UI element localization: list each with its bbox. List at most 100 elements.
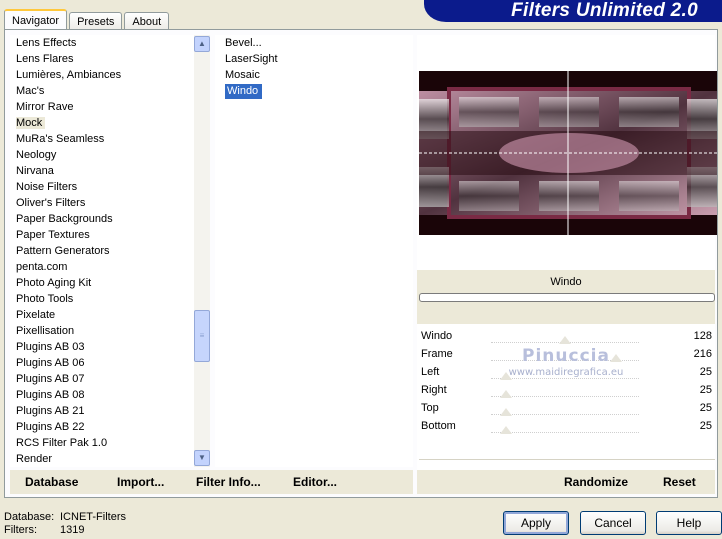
parameter-slider-track[interactable] xyxy=(491,432,639,433)
title-banner: Filters Unlimited 2.0 xyxy=(424,0,722,22)
import-button[interactable]: Import... xyxy=(117,475,164,489)
preview-svg xyxy=(419,71,717,235)
category-item-label: Plugins AB 06 xyxy=(16,357,85,369)
category-item[interactable]: Lumières, Ambiances xyxy=(10,67,210,83)
category-item[interactable]: Nirvana xyxy=(10,163,210,179)
category-item[interactable]: RCS Filter Pak 1.0 xyxy=(10,435,210,451)
watermark-name: Pinuccia xyxy=(522,346,610,366)
category-item-label: Photo Tools xyxy=(16,293,74,305)
apply-button[interactable]: Apply xyxy=(503,511,569,535)
parameter-row[interactable]: Bottom 25 xyxy=(417,418,715,436)
category-item[interactable]: Mock xyxy=(10,115,210,131)
category-item[interactable]: Plugins AB 07 xyxy=(10,371,210,387)
parameter-value: 128 xyxy=(693,330,712,342)
category-item[interactable]: Pattern Generators xyxy=(10,243,210,259)
filter-item[interactable]: Windo xyxy=(215,83,413,99)
parameter-row[interactable]: Windo 128 xyxy=(417,328,715,346)
category-item-label: Oliver's Filters xyxy=(16,197,86,209)
filter-item-label: Windo xyxy=(225,84,263,99)
category-item[interactable]: MuRa's Seamless xyxy=(10,131,210,147)
category-item[interactable]: Lens Effects xyxy=(10,35,210,51)
parameter-row[interactable]: Top 25 xyxy=(417,400,715,418)
filters-label: Filters: xyxy=(4,524,37,536)
category-item-label: Pixellisation xyxy=(16,325,75,337)
parameter-slider-track[interactable] xyxy=(491,414,639,415)
filter-item[interactable]: Mosaic xyxy=(215,67,413,83)
category-scrollbar[interactable]: ▲ ≡ ▼ xyxy=(194,35,210,467)
category-item[interactable]: Plugins AB 06 xyxy=(10,355,210,371)
category-item-label: Render xyxy=(16,453,53,465)
parameter-slider-track[interactable] xyxy=(491,378,639,379)
parameter-name: Windo xyxy=(421,330,453,342)
chevron-up-icon[interactable]: ▲ xyxy=(194,36,210,52)
filter-info-button[interactable]: Filter Info... xyxy=(196,475,261,489)
category-item[interactable]: Pixellisation xyxy=(10,323,210,339)
filter-item-label: Mosaic xyxy=(225,69,260,81)
category-item-label: Plugins AB 03 xyxy=(16,341,85,353)
category-item-label: Plugins AB 21 xyxy=(16,405,85,417)
category-item[interactable]: penta.com xyxy=(10,259,210,275)
parameter-slider-track[interactable] xyxy=(491,396,639,397)
category-item[interactable]: Photo Tools xyxy=(10,291,210,307)
category-item-label: Noise Filters xyxy=(16,181,78,193)
chevron-down-icon[interactable]: ▼ xyxy=(194,450,210,466)
filter-item-label: Bevel... xyxy=(225,37,262,49)
settings-button-bar: Randomize Reset xyxy=(417,470,715,494)
database-info: Database: ICNET-Filters Filters: 1319 xyxy=(4,511,126,537)
category-item[interactable]: Pixelate xyxy=(10,307,210,323)
category-item[interactable]: Paper Backgrounds xyxy=(10,211,210,227)
filter-item[interactable]: Bevel... xyxy=(215,35,413,51)
category-item[interactable]: Mac's xyxy=(10,83,210,99)
editor-button[interactable]: Editor... xyxy=(293,475,337,489)
parameter-name: Top xyxy=(421,402,439,414)
filter-item[interactable]: LaserSight xyxy=(215,51,413,67)
parameter-row[interactable]: Right 25 xyxy=(417,382,715,400)
parameter-slider-thumb[interactable] xyxy=(499,408,512,416)
reset-button[interactable]: Reset xyxy=(663,475,696,489)
category-item[interactable]: Render xyxy=(10,451,210,467)
category-item-label: Plugins AB 07 xyxy=(16,373,85,385)
parameter-slider-thumb[interactable] xyxy=(499,390,512,398)
cancel-button[interactable]: Cancel xyxy=(580,511,646,535)
category-item-label: penta.com xyxy=(16,261,68,273)
category-item-label: Neology xyxy=(16,149,57,161)
category-item-label: Lens Effects xyxy=(16,37,77,49)
scrollbar-thumb[interactable]: ≡ xyxy=(194,310,210,362)
parameter-slider-thumb[interactable] xyxy=(559,336,572,344)
category-item[interactable]: Lens Flares xyxy=(10,51,210,67)
category-item[interactable]: Plugins AB 22 xyxy=(10,419,210,435)
help-button[interactable]: Help xyxy=(656,511,722,535)
category-item-label: Pixelate xyxy=(16,309,56,321)
tab-navigator[interactable]: Navigator xyxy=(4,9,68,30)
category-item[interactable]: Plugins AB 21 xyxy=(10,403,210,419)
preview-image[interactable] xyxy=(419,71,717,235)
navigator-button-bar: Database Import... Filter Info... Editor… xyxy=(10,470,413,494)
category-item[interactable]: Photo Aging Kit xyxy=(10,275,210,291)
category-item-label: Mirror Rave xyxy=(16,101,74,113)
parameter-slider-thumb[interactable] xyxy=(499,426,512,434)
category-item[interactable]: Paper Textures xyxy=(10,227,210,243)
tab-about[interactable]: About xyxy=(124,12,170,30)
database-button[interactable]: Database xyxy=(25,475,78,489)
category-item-label: Plugins AB 22 xyxy=(16,421,85,433)
filter-list[interactable]: Bevel... LaserSight Mosaic Windo xyxy=(215,35,413,467)
randomize-button[interactable]: Randomize xyxy=(564,475,628,489)
category-item[interactable]: Oliver's Filters xyxy=(10,195,210,211)
parameter-name: Right xyxy=(421,384,447,396)
category-item[interactable]: Plugins AB 08 xyxy=(10,387,210,403)
category-item-label: Mock xyxy=(16,117,46,129)
category-item[interactable]: Plugins AB 03 xyxy=(10,339,210,355)
category-item[interactable]: Noise Filters xyxy=(10,179,210,195)
category-item[interactable]: Neology xyxy=(10,147,210,163)
filter-item-label: LaserSight xyxy=(225,53,278,65)
database-value: ICNET-Filters xyxy=(60,511,126,523)
category-list[interactable]: Lens Effects Lens Flares Lumières, Ambianc… xyxy=(10,35,210,467)
category-item[interactable]: Mirror Rave xyxy=(10,99,210,115)
progress-bar xyxy=(419,293,715,302)
navigator-panel: Lens Effects Lens Flares Lumières, Ambianc… xyxy=(4,29,718,498)
category-item-label: MuRa's Seamless xyxy=(16,133,105,145)
parameter-list: Windo 128 Frame 216 Left 25 Right 25 Top 25 Bottom… xyxy=(417,328,715,436)
parameter-value: 25 xyxy=(699,384,712,396)
category-item-label: Lumières, Ambiances xyxy=(16,69,122,81)
tab-presets[interactable]: Presets xyxy=(69,12,123,30)
